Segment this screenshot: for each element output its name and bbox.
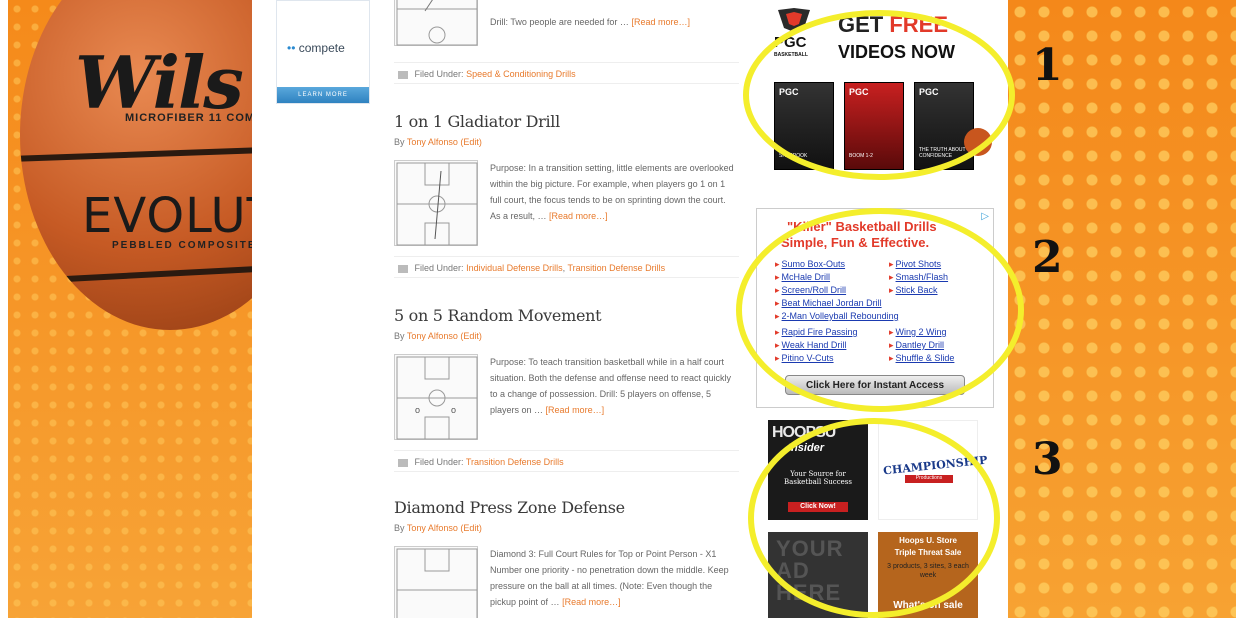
author-link[interactable]: Tony Alfonso (407, 331, 458, 341)
annotation-number-3: 3 (1032, 434, 1063, 485)
filed-under-label: Filed Under: (414, 457, 464, 467)
post-byline: By Tony Alfonso (Edit) (394, 523, 739, 533)
post-excerpt-text: Drill: Two people are needed for … (490, 17, 629, 27)
filed-under: Filed Under: Speed & Conditioning Drills (394, 62, 739, 84)
post-excerpt: Purpose: In a transition setting, little… (490, 160, 738, 224)
read-more-link[interactable]: [Read more…] (631, 17, 690, 27)
category-link[interactable]: Transition Defense Drills (567, 263, 665, 273)
left-white-edge (0, 0, 8, 618)
compete-logo-mark: •• (287, 41, 296, 55)
ball-model-text: EVOLUT (82, 188, 277, 244)
adchoices-icon[interactable]: ▷ (981, 211, 989, 222)
annotation-ring-3 (748, 418, 1000, 618)
post-thumbnail[interactable]: o o (394, 354, 478, 440)
post-title[interactable]: 5 on 5 Random Movement (394, 306, 739, 325)
edit-link[interactable]: (Edit) (460, 523, 482, 533)
annotation-number-2: 2 (1032, 232, 1063, 283)
post-thumbnail[interactable] (394, 0, 478, 46)
annotation-ring-2 (736, 208, 1024, 412)
post-excerpt-text: Purpose: In a transition setting, little… (490, 163, 734, 221)
ball-micro-text: MICROFIBER 11 COMPO (125, 112, 273, 124)
folder-icon (398, 458, 408, 467)
post-excerpt-text: Purpose: To teach transition basketball … (490, 357, 732, 415)
post: Diamond Press Zone Defense By Tony Alfon… (394, 498, 739, 618)
annotation-ring-1 (743, 10, 1015, 180)
byline-prefix: By (394, 523, 405, 533)
byline-prefix: By (394, 331, 405, 341)
court-diagram-icon: o o (396, 356, 478, 440)
ball-pebble-text: PEBBLED COMPOSITE C (112, 240, 271, 251)
post-excerpt: Diamond 3: Full Court Rules for Top or P… (490, 546, 738, 610)
category-link[interactable]: Speed & Conditioning Drills (466, 69, 576, 79)
filed-under-label: Filed Under: (414, 263, 464, 273)
author-link[interactable]: Tony Alfonso (407, 523, 458, 533)
compete-logo: •• compete (287, 41, 345, 55)
edit-link[interactable]: (Edit) (460, 331, 482, 341)
post-thumbnail[interactable] (394, 546, 478, 618)
svg-text:o: o (415, 405, 420, 415)
court-diagram-icon (396, 162, 478, 246)
post-excerpt: Drill: Two people are needed for … [Read… (490, 14, 738, 30)
edit-link[interactable]: (Edit) (460, 137, 482, 147)
post-title[interactable]: Diamond Press Zone Defense (394, 498, 739, 517)
post-thumbnail[interactable] (394, 160, 478, 246)
post: 5 on 5 Random Movement By Tony Alfonso (… (394, 306, 739, 472)
read-more-link[interactable]: [Read more…] (549, 211, 608, 221)
compete-logo-text: compete (298, 41, 345, 55)
post: 1 on 1 Gladiator Drill By Tony Alfonso (… (394, 112, 739, 278)
post-byline: By Tony Alfonso (Edit) (394, 331, 739, 341)
byline-prefix: By (394, 137, 405, 147)
right-background (1008, 0, 1236, 618)
compete-ad[interactable]: •• compete LEARN MORE (276, 0, 370, 104)
court-diagram-icon (396, 0, 478, 46)
read-more-link[interactable]: [Read more…] (562, 597, 621, 607)
right-white-edge (1236, 0, 1244, 618)
filed-under: Filed Under: Individual Defense Drills, … (394, 256, 739, 278)
read-more-link[interactable]: [Read more…] (546, 405, 605, 415)
post-excerpt: Purpose: To teach transition basketball … (490, 354, 738, 418)
author-link[interactable]: Tony Alfonso (407, 137, 458, 147)
category-link[interactable]: Transition Defense Drills (466, 457, 564, 467)
post-byline: By Tony Alfonso (Edit) (394, 137, 739, 147)
post-title[interactable]: 1 on 1 Gladiator Drill (394, 112, 739, 131)
annotation-number-1: 1 (1032, 40, 1063, 91)
filed-under-label: Filed Under: (414, 69, 464, 79)
filed-under: Filed Under: Transition Defense Drills (394, 450, 739, 472)
category-link[interactable]: Individual Defense Drills (466, 263, 563, 273)
folder-icon (398, 70, 408, 79)
compete-learn-more-button[interactable]: LEARN MORE (277, 87, 369, 103)
svg-text:o: o (451, 405, 456, 415)
court-diagram-icon (396, 548, 478, 618)
folder-icon (398, 264, 408, 273)
